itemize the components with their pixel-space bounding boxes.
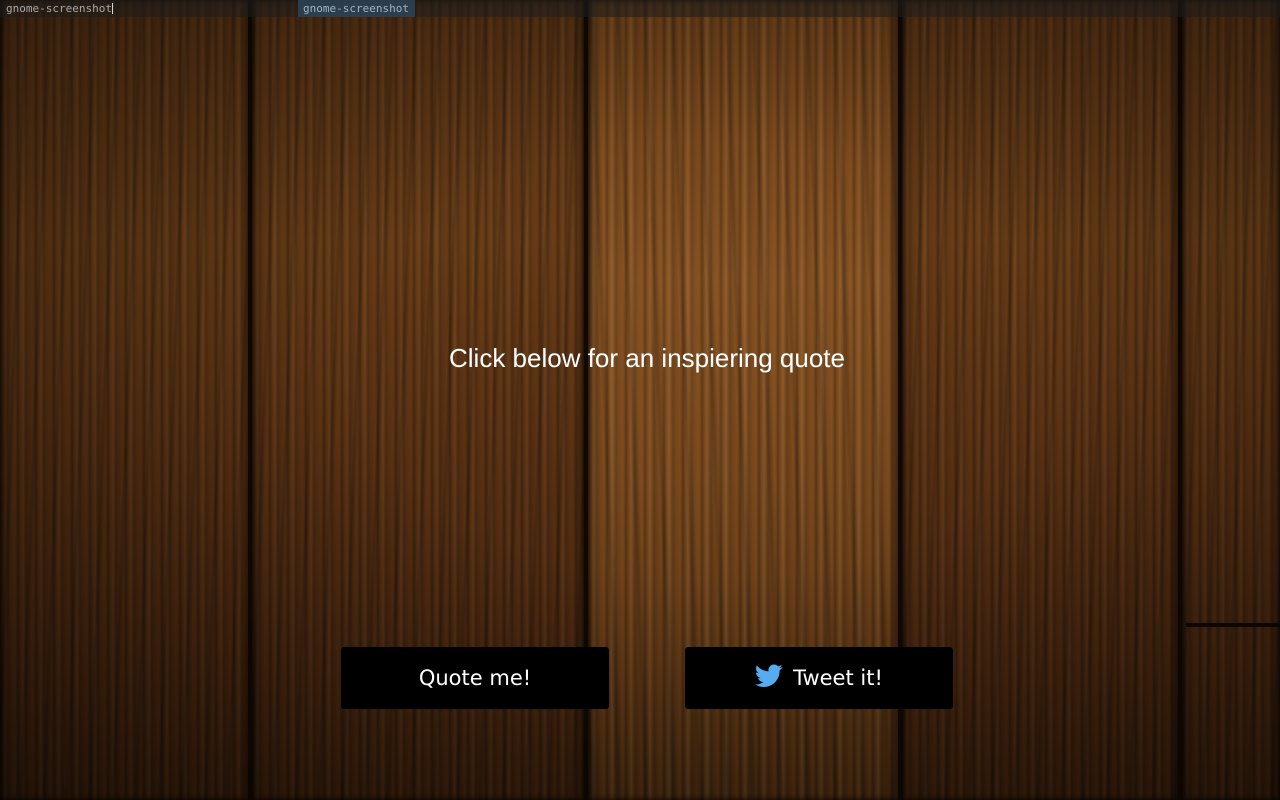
taskbar-item-active[interactable]: gnome-screenshot <box>298 0 415 17</box>
wood-plank <box>1182 0 1280 800</box>
wood-plank <box>0 0 250 800</box>
top-taskbar: gnome-screenshot gnome-screenshot <box>0 0 1280 17</box>
plank-seam <box>1186 623 1280 627</box>
tweet-it-label: Tweet it! <box>793 666 883 690</box>
taskbar-item-label: gnome-screenshot <box>6 2 112 15</box>
twitter-bird-icon <box>755 664 783 687</box>
app-window: gnome-screenshot gnome-screenshot Click … <box>0 0 1280 800</box>
quote-me-label: Quote me! <box>418 666 532 690</box>
tweet-it-button[interactable]: Tweet it! <box>685 647 953 709</box>
quote-prompt: Click below for an inspiering quote <box>449 343 845 373</box>
text-cursor <box>111 3 113 14</box>
taskbar-item-label: gnome-screenshot <box>303 2 409 15</box>
taskbar-item-gnome-screenshot[interactable]: gnome-screenshot <box>6 2 113 15</box>
quote-me-button[interactable]: Quote me! <box>341 647 609 709</box>
